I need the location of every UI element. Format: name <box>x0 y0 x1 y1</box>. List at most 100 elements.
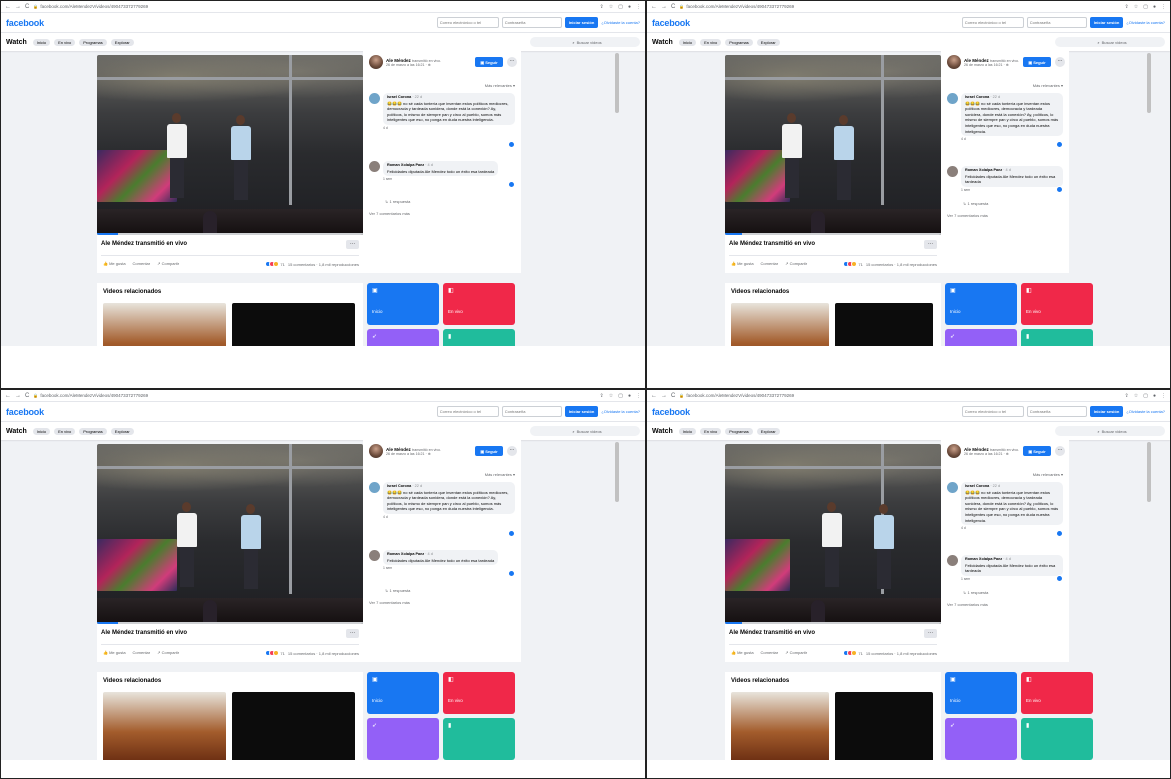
view-more-comments-link[interactable]: Ver 7 comentarios más <box>947 602 988 607</box>
facebook-logo[interactable]: facebook <box>652 18 690 28</box>
tab-inicio[interactable]: Inicio <box>32 427 51 435</box>
video-player[interactable] <box>97 444 363 624</box>
tab-icon[interactable]: ▢ <box>618 4 623 10</box>
sort-dropdown[interactable]: Más relevantes ▾ <box>1033 472 1063 477</box>
related-thumbnail[interactable] <box>232 303 355 346</box>
view-replies-link[interactable]: ↳ 1 respuesta <box>385 588 410 593</box>
tile-inicio[interactable]: ▣ Inicio <box>945 672 1017 714</box>
email-field[interactable] <box>961 406 1024 417</box>
reactions-count[interactable]: 71 <box>280 262 284 267</box>
comment-author[interactable]: Roman Xolalpa Paez <box>965 168 1002 172</box>
tile-en-vivo[interactable]: ◧ En vivo <box>443 672 515 714</box>
star-icon[interactable]: ☆ <box>609 4 613 10</box>
video-player[interactable] <box>725 55 941 235</box>
comment-author[interactable]: Israel Corona <box>965 95 989 99</box>
share-icon[interactable]: ⇪ <box>1125 393 1129 399</box>
view-replies-link[interactable]: ↳ 1 respuesta <box>385 199 410 204</box>
view-more-comments-link[interactable]: Ver 7 comentarios más <box>947 213 988 218</box>
channel-name[interactable]: Ale Méndez <box>964 447 989 452</box>
video-search[interactable]: ⌕ Buscar videos <box>1055 426 1165 436</box>
reload-icon[interactable]: C <box>671 393 675 399</box>
related-thumbnail[interactable] <box>731 303 829 346</box>
profile-icon[interactable]: ● <box>1153 393 1156 399</box>
like-button[interactable]: 👍 Me gusta <box>103 650 126 655</box>
menu-icon[interactable]: ⋮ <box>636 4 641 10</box>
comment-button[interactable]: Comentar <box>133 650 151 655</box>
tab-explorar[interactable]: Explorar <box>110 38 134 46</box>
related-thumbnail[interactable] <box>103 303 226 346</box>
avatar[interactable] <box>947 444 961 458</box>
tab-explorar[interactable]: Explorar <box>110 427 134 435</box>
post-options-button[interactable]: ··· <box>346 240 359 249</box>
avatar[interactable] <box>369 55 383 69</box>
tab-programas[interactable]: Programas <box>79 427 107 435</box>
channel-name[interactable]: Ale Méndez <box>964 58 989 63</box>
tile-inicio[interactable]: ▣ Inicio <box>945 283 1017 325</box>
comment-button[interactable]: Comentar <box>761 650 779 655</box>
tile-en-vivo[interactable]: ◧ En vivo <box>1021 672 1093 714</box>
tab-icon[interactable]: ▢ <box>1143 393 1148 399</box>
tab-programas[interactable]: Programas <box>725 427 753 435</box>
reload-icon[interactable]: C <box>25 4 29 10</box>
tab-inicio[interactable]: Inicio <box>32 38 51 46</box>
post-stats-text[interactable]: 15 comentarios · 1,8 mil reproducciones <box>866 651 937 656</box>
share-icon[interactable]: ⇪ <box>1125 4 1129 10</box>
tab-en-vivo[interactable]: En vivo <box>700 38 722 46</box>
facebook-logo[interactable]: facebook <box>6 18 44 28</box>
comment-author[interactable]: Israel Corona <box>387 95 411 99</box>
tile-en-vivo[interactable]: ◧ En vivo <box>1021 283 1093 325</box>
menu-icon[interactable]: ⋮ <box>636 393 641 399</box>
login-button[interactable]: Iniciar sesión <box>1089 17 1124 28</box>
comment-author[interactable]: Roman Xolalpa Paez <box>387 163 424 167</box>
post-stats-text[interactable]: 15 comentarios · 1,8 mil reproducciones <box>866 262 937 267</box>
avatar[interactable] <box>947 555 958 566</box>
post-options-button[interactable]: ··· <box>346 629 359 638</box>
scrollbar[interactable] <box>615 442 619 502</box>
share-button[interactable]: ↗ Compartir <box>157 261 179 266</box>
tile-programas[interactable]: ➶ <box>945 718 1017 760</box>
tab-en-vivo[interactable]: En vivo <box>700 427 722 435</box>
star-icon[interactable]: ☆ <box>609 393 613 399</box>
profile-icon[interactable]: ● <box>1153 4 1156 10</box>
facebook-logo[interactable]: facebook <box>652 407 690 417</box>
like-button[interactable]: 👍 Me gusta <box>103 261 126 266</box>
tab-explorar[interactable]: Explorar <box>756 38 780 46</box>
sort-dropdown[interactable]: Más relevantes ▾ <box>485 83 515 88</box>
tab-explorar[interactable]: Explorar <box>756 427 780 435</box>
back-icon[interactable]: ← <box>651 393 657 399</box>
related-thumbnail[interactable] <box>835 692 933 760</box>
related-thumbnail[interactable] <box>731 692 829 760</box>
forward-icon[interactable]: → <box>661 4 667 10</box>
avatar[interactable] <box>947 166 958 177</box>
back-icon[interactable]: ← <box>5 4 11 10</box>
tab-icon[interactable]: ▢ <box>1143 4 1148 10</box>
tile-en-vivo[interactable]: ◧ En vivo <box>443 283 515 325</box>
tab-icon[interactable]: ▢ <box>618 393 623 399</box>
address-bar[interactable]: 🔒 facebook.com/AleMendezV/videos/4904733… <box>679 393 1120 398</box>
back-icon[interactable]: ← <box>5 393 11 399</box>
view-more-comments-link[interactable]: Ver 7 comentarios más <box>369 600 410 605</box>
more-options-button[interactable]: ··· <box>1055 446 1065 456</box>
share-button[interactable]: ↗ Compartir <box>157 650 179 655</box>
follow-button[interactable]: ▣ Seguir <box>1023 446 1051 456</box>
reload-icon[interactable]: C <box>671 4 675 10</box>
post-options-button[interactable]: ··· <box>924 629 937 638</box>
tab-programas[interactable]: Programas <box>725 38 753 46</box>
video-search[interactable]: ⌕ Buscar videos <box>530 426 640 436</box>
avatar[interactable] <box>947 55 961 69</box>
password-field[interactable] <box>501 406 562 417</box>
star-icon[interactable]: ☆ <box>1134 393 1138 399</box>
share-icon[interactable]: ⇪ <box>600 393 604 399</box>
tab-inicio[interactable]: Inicio <box>678 38 697 46</box>
like-button[interactable]: 👍 Me gusta <box>731 261 754 266</box>
tile-programas[interactable]: ➶ <box>945 329 1017 346</box>
login-button[interactable]: Iniciar sesión <box>564 17 599 28</box>
email-field[interactable] <box>436 406 499 417</box>
view-replies-link[interactable]: ↳ 1 respuesta <box>963 590 988 595</box>
related-thumbnail[interactable] <box>103 692 226 760</box>
comment-button[interactable]: Comentar <box>761 261 779 266</box>
video-player[interactable] <box>97 55 363 235</box>
post-options-button[interactable]: ··· <box>924 240 937 249</box>
forgot-account-link[interactable]: ¿Olvidaste la cuenta? <box>1126 20 1165 25</box>
avatar[interactable] <box>369 161 380 172</box>
